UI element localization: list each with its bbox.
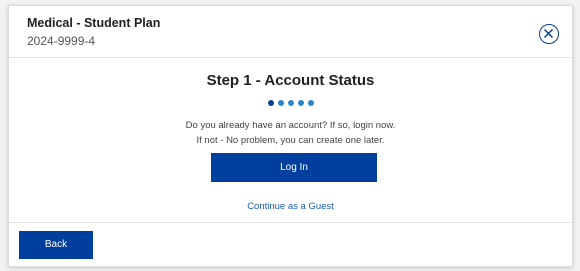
step-progress-indicator bbox=[9, 100, 572, 106]
back-button[interactable]: Back bbox=[19, 231, 93, 259]
step-dot-5 bbox=[307, 100, 314, 106]
account-later-text: If not - No problem, you can create one … bbox=[196, 135, 385, 146]
account-status-modal: Medical - Student Plan 2024-9999-4 Step … bbox=[8, 5, 573, 267]
continue-as-guest-link[interactable]: Continue as a Guest bbox=[9, 201, 572, 212]
account-question-text: Do you already have an account? If so, l… bbox=[185, 120, 396, 131]
plan-id: 2024-9999-4 bbox=[27, 34, 96, 48]
close-button[interactable] bbox=[539, 24, 559, 44]
step-dot-1 bbox=[267, 100, 274, 106]
modal-header: Medical - Student Plan 2024-9999-4 bbox=[9, 6, 572, 58]
step-dot-4 bbox=[297, 100, 304, 106]
modal-body: Step 1 - Account Status Do you already h… bbox=[9, 58, 572, 224]
login-button[interactable]: Log In bbox=[211, 153, 377, 182]
modal-footer: Back bbox=[9, 222, 572, 268]
close-icon bbox=[543, 28, 554, 39]
plan-title: Medical - Student Plan bbox=[27, 16, 161, 30]
step-title: Step 1 - Account Status bbox=[206, 72, 375, 89]
step-dot-3 bbox=[287, 100, 294, 106]
step-dot-2 bbox=[277, 100, 284, 106]
